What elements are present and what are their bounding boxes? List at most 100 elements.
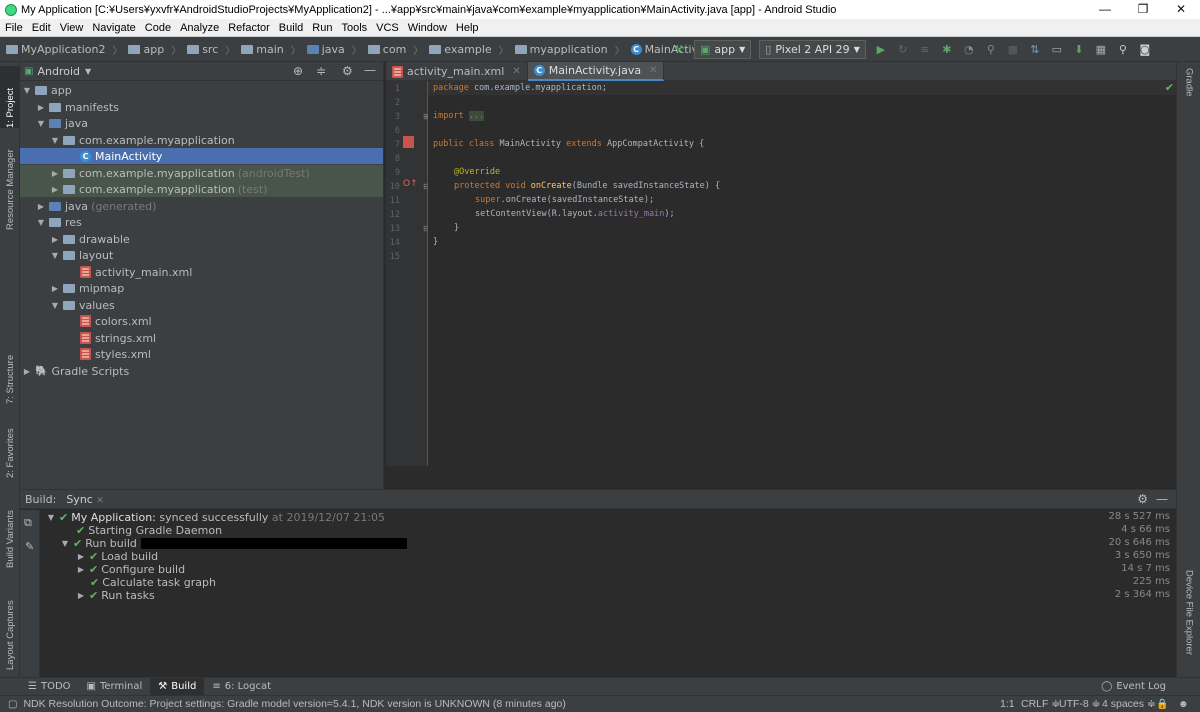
build-row-configure-build[interactable]: ▶ ✔ Configure build — [76, 563, 185, 576]
chevron-right-icon[interactable]: ▶ — [76, 591, 86, 600]
apply-changes-icon[interactable]: ↻ — [895, 41, 911, 59]
run-configuration-select[interactable]: ▣ app ▼ — [694, 40, 752, 59]
tab-layout-captures[interactable]: Layout Captures — [0, 586, 20, 670]
menu-code[interactable]: Code — [145, 22, 171, 34]
build-row-task-graph[interactable]: ✔ Calculate task graph — [90, 576, 216, 589]
chevron-down-icon[interactable]: ▼ — [50, 301, 60, 310]
account-icon[interactable]: ◙ — [1137, 41, 1153, 59]
menu-refactor[interactable]: Refactor — [228, 22, 270, 34]
menu-edit[interactable]: Edit — [32, 22, 51, 34]
tree-item-strings-xml[interactable]: strings.xml — [20, 330, 383, 346]
chevron-down-icon[interactable]: ▼ — [50, 251, 60, 260]
stop-icon[interactable]: ■ — [1005, 41, 1021, 59]
make-project-hammer-icon[interactable]: ⚒ — [671, 41, 687, 59]
tab-structure[interactable]: 7: Structure — [0, 340, 20, 404]
chevron-right-icon[interactable]: ▶ — [50, 284, 60, 293]
chevron-down-icon[interactable]: ▼ — [50, 136, 60, 145]
override-marker-icon[interactable]: O↑ — [403, 179, 418, 189]
breadcrumb-app[interactable]: app 〉 — [128, 42, 181, 57]
close-tab-icon[interactable]: ✕ — [512, 66, 520, 77]
tree-item-gradle-scripts[interactable]: ▶ 🐘 Gradle Scripts — [20, 363, 383, 379]
indent-select[interactable]: 4 spaces ≑ — [1102, 698, 1156, 710]
avd-manager-icon[interactable]: ▭ — [1049, 41, 1065, 59]
project-view-select[interactable]: Android — [37, 65, 80, 78]
tab-resource-manager[interactable]: Resource Manager — [0, 138, 20, 230]
chevron-down-icon[interactable]: ▼ — [46, 513, 56, 522]
device-select[interactable]: ▯ Pixel 2 API 29 ▼ — [759, 40, 866, 59]
breadcrumb-project[interactable]: MyApplication2 〉 — [6, 42, 122, 57]
tree-item-package-test[interactable]: ▶ com.example.myapplication (test) — [20, 181, 383, 197]
tree-item-manifests[interactable]: ▶ manifests — [20, 99, 383, 115]
breadcrumb-com[interactable]: com 〉 — [367, 42, 423, 57]
sync-gradle-icon[interactable]: ⇅ — [1027, 41, 1043, 59]
menu-window[interactable]: Window — [408, 22, 447, 34]
tree-item-activity-main-xml[interactable]: activity_main.xml — [20, 264, 383, 280]
hide-icon[interactable]: — — [364, 63, 376, 77]
run-icon[interactable]: ▶ — [873, 41, 889, 59]
close-button[interactable]: ✕ — [1162, 0, 1200, 19]
gear-icon[interactable]: ⚙ — [1137, 492, 1148, 506]
layout-inspector-icon[interactable]: ▦ — [1093, 41, 1109, 59]
breadcrumb-example[interactable]: example 〉 — [429, 42, 509, 57]
close-tab-icon[interactable]: ✕ — [649, 65, 657, 76]
pin-icon[interactable]: ✎ — [25, 540, 34, 553]
chevron-right-icon[interactable]: ▶ — [50, 169, 60, 178]
tab-build-variants[interactable]: Build Variants — [0, 494, 20, 568]
memory-indicator-icon[interactable]: ☻ — [1178, 699, 1189, 710]
menu-run[interactable]: Run — [312, 22, 332, 34]
tab-sync[interactable]: Sync ✕ — [66, 493, 104, 506]
build-row-load-build[interactable]: ▶ ✔ Load build — [76, 550, 158, 563]
hide-icon[interactable]: — — [1156, 492, 1168, 506]
breadcrumb-myapplication[interactable]: myapplication 〉 — [514, 42, 625, 57]
profile-icon[interactable]: ◔ — [961, 41, 977, 59]
tree-item-mipmap[interactable]: ▶ mipmap — [20, 280, 383, 296]
tree-item-styles-xml[interactable]: styles.xml — [20, 346, 383, 362]
tab-logcat[interactable]: ≡ 6: Logcat — [204, 678, 279, 696]
close-tab-icon[interactable]: ✕ — [96, 496, 104, 506]
tree-item-res[interactable]: ▼ res — [20, 214, 383, 230]
build-row-starting-daemon[interactable]: ✔ Starting Gradle Daemon — [76, 524, 222, 537]
tab-build[interactable]: ⚒ Build — [150, 677, 205, 696]
search-icon[interactable]: ⚲ — [1115, 41, 1131, 59]
tree-item-values[interactable]: ▼ values — [20, 297, 383, 313]
no-problems-check-icon[interactable]: ✔ — [1165, 81, 1174, 94]
build-row-run-build[interactable]: ▼ ✔ Run build — [60, 537, 407, 550]
menu-tools[interactable]: Tools — [341, 22, 367, 34]
tab-todo[interactable]: ☰ TODO — [20, 678, 79, 696]
build-row-root[interactable]: ▼ ✔ My Application: synced successfully … — [46, 511, 385, 524]
code-editor[interactable]: package com.example.myapplication; impor… — [428, 81, 1176, 466]
event-log-button[interactable]: ◯ Event Log — [1093, 678, 1174, 696]
tab-mainactivity-java[interactable]: C MainActivity.java ✕ — [527, 62, 665, 81]
tab-favorites[interactable]: 2: Favorites — [0, 414, 20, 478]
attach-debugger-icon[interactable]: ⚲ — [983, 41, 999, 59]
menu-vcs[interactable]: VCS — [376, 22, 399, 34]
chevron-right-icon[interactable]: ▶ — [22, 367, 32, 376]
collapse-all-icon[interactable]: ≑ — [316, 64, 326, 78]
apply-code-changes-icon[interactable]: ≡ — [917, 41, 933, 59]
chevron-right-icon[interactable]: ▶ — [76, 552, 86, 561]
chevron-down-icon[interactable]: ▼ — [36, 119, 46, 128]
minimize-button[interactable]: — — [1086, 0, 1124, 19]
debug-bug-icon[interactable]: ✱ — [939, 41, 955, 59]
tree-item-java[interactable]: ▼ java — [20, 115, 383, 131]
locate-icon[interactable]: ⊕ — [293, 64, 303, 78]
menu-navigate[interactable]: Navigate — [92, 22, 135, 34]
tree-item-app[interactable]: ▼ app — [20, 82, 383, 98]
class-layout-xml-icon[interactable] — [403, 136, 414, 148]
chevron-right-icon[interactable]: ▶ — [36, 103, 46, 112]
sdk-manager-icon[interactable]: ⬇ — [1071, 41, 1087, 59]
chevron-right-icon[interactable]: ▶ — [50, 185, 60, 194]
chevron-down-icon[interactable]: ▼ — [36, 218, 46, 227]
lock-icon[interactable]: 🔒 — [1156, 699, 1168, 710]
toggle-view-icon[interactable]: ⧉ — [24, 516, 32, 530]
menu-view[interactable]: View — [60, 22, 84, 34]
tree-item-layout[interactable]: ▼ layout — [20, 247, 383, 263]
menu-analyze[interactable]: Analyze — [180, 22, 219, 34]
chevron-right-icon[interactable]: ▶ — [36, 202, 46, 211]
chevron-right-icon[interactable]: ▶ — [76, 565, 86, 574]
status-message[interactable]: NDK Resolution Outcome: Project settings… — [23, 698, 565, 710]
tree-item-package-main[interactable]: ▼ com.example.myapplication — [20, 132, 383, 148]
chevron-down-icon[interactable]: ▼ — [60, 539, 70, 548]
tab-project[interactable]: 1: Project — [0, 66, 20, 128]
line-separator-select[interactable]: CRLF ≑ — [1021, 698, 1060, 710]
